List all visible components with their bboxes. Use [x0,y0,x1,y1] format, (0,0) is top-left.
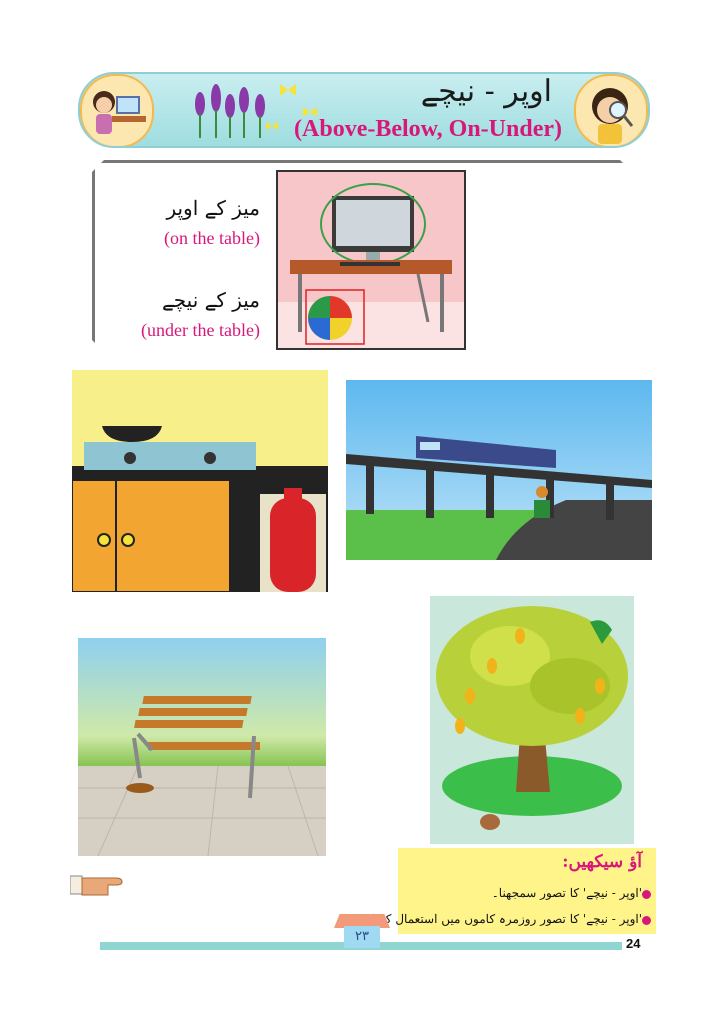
urdu-page-number: ۲۳ [344,926,380,948]
under-table-urdu: میز کے نیچے [162,288,260,312]
kitchen-stove-cylinder-picture [72,370,328,592]
train-bridge-scooter-picture [346,380,652,560]
learning-title: آؤ سیکھیں: [562,852,642,872]
on-table-urdu: میز کے اوپر [166,196,260,220]
page-number: 24 [626,936,641,951]
mango-tree-parrot-squirrel-picture [430,596,634,844]
under-table-english: (under the table) [141,320,260,340]
learning-item: 'اوپر - نیچے' کا تصور روزمرہ کاموں میں ا… [365,912,642,926]
bullet-icon [642,890,651,899]
bullet-icon [642,916,651,925]
pointing-hand-icon [69,872,136,898]
on-table-english: (on the table) [164,228,260,248]
learning-item: 'اوپر - نیچے' کا تصور سمجھنا۔ [491,886,642,900]
learning-objectives-box: آؤ سیکھیں: 'اوپر - نیچے' کا تصور سمجھنا۔… [365,848,656,934]
title-english: (Above-Below, On-Under) [294,116,562,142]
table-computer-ball-picture [276,170,466,350]
girl-at-computer-illustration [80,74,154,146]
girl-with-magnifier-illustration [574,74,648,146]
park-bench-picture [78,638,326,856]
title-urdu: اوپر - نیچے [420,74,552,109]
header-banner: اوپر - نیچے (Above-Below, On-Under) [78,72,650,148]
